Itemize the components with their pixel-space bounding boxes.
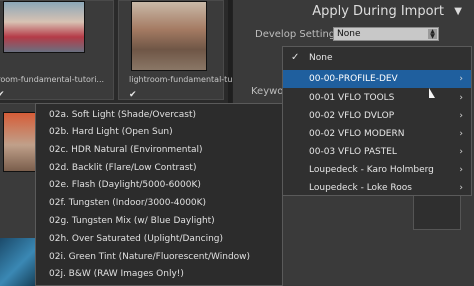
thumbnail-filename: ntroom-fundamental-tutori... (0, 75, 105, 84)
menu-item-vflo-dvlop[interactable]: 00-02 VFLO DVLOP › (283, 107, 471, 125)
include-checkbox-icon[interactable]: ✔ (0, 90, 5, 100)
menu-item-vflo-tools[interactable]: 00-01 VFLO TOOLS › (283, 89, 471, 107)
submenu-arrow-icon: › (459, 93, 463, 103)
menu-item-label: 00-02 VFLO MODERN (309, 129, 405, 139)
menu-item-label: 00-01 VFLO TOOLS (309, 93, 395, 103)
menu-item-label: Loupedeck - Karo Holmberg (309, 165, 434, 175)
develop-presets-menu: ✓ None 00-00-PROFILE-DEV › 00-01 VFLO TO… (282, 46, 472, 196)
submenu-arrow-icon: › (459, 165, 463, 175)
menu-item-loupedeck-karo[interactable]: Loupedeck - Karo Holmberg › (283, 161, 471, 179)
menu-item-vflo-pastel[interactable]: 00-03 VFLO PASTEL › (283, 143, 471, 161)
submenu-arrow-icon: › (459, 111, 463, 121)
submenu-arrow-icon: › (459, 74, 463, 84)
submenu-item[interactable]: 02g. Tungsten Mix (w/ Blue Daylight) (36, 213, 282, 230)
keywords-label: Keywo (251, 86, 284, 97)
submenu-item[interactable]: 02e. Flash (Daylight/5000-6000K) (36, 177, 282, 194)
photo-thumbnail[interactable] (3, 1, 85, 53)
submenu-arrow-icon: › (459, 129, 463, 139)
menu-item-label: Loupedeck - Loke Roos (309, 183, 412, 193)
submenu-item[interactable]: 02d. Backlit (Flare/Low Contrast) (36, 160, 282, 177)
submenu-item[interactable]: 02j. B&W (RAW Images Only!) (36, 266, 282, 283)
photo-thumbnail[interactable] (131, 1, 207, 71)
submenu-item[interactable]: 02f. Tungsten (Indoor/3000-4000K) (36, 195, 282, 212)
select-stepper-icon: ▲ ▼ (428, 29, 437, 40)
grid-cell[interactable]: ntroom-fundamental-tutori... ✔ (0, 0, 114, 100)
menu-item-profile-dev[interactable]: 00-00-PROFILE-DEV › (283, 70, 471, 88)
submenu-item[interactable]: 02a. Soft Light (Shade/Overcast) (36, 107, 282, 124)
develop-settings-select[interactable]: None ▲ ▼ (333, 27, 439, 41)
menu-item-loupedeck-loke[interactable]: Loupedeck - Loke Roos › (283, 179, 471, 197)
mouse-cursor-icon (429, 88, 435, 98)
grid-cell[interactable]: lightroom-fundamental-tutori... ✔ (118, 0, 254, 100)
triangle-down-icon[interactable]: ▼ (454, 6, 462, 17)
menu-item-label: 00-03 VFLO PASTEL (309, 147, 397, 157)
preset-submenu: 02a. Soft Light (Shade/Overcast) 02b. Ha… (35, 103, 283, 286)
submenu-item[interactable]: 02h. Over Saturated (Uplight/Dancing) (36, 231, 282, 248)
submenu-item[interactable]: 02i. Green Tint (Nature/Fluorescent/Wind… (36, 249, 282, 266)
submenu-arrow-icon: › (459, 147, 463, 157)
menu-item-label: 00-02 VFLO DVLOP (309, 111, 395, 121)
menu-item-label: None (309, 53, 333, 63)
develop-settings-label: Develop Settings (255, 29, 341, 40)
submenu-item[interactable]: 02c. HDR Natural (Environmental) (36, 142, 282, 159)
menu-item-none[interactable]: ✓ None (283, 49, 471, 67)
submenu-arrow-icon: › (459, 183, 463, 193)
develop-settings-value: None (337, 29, 361, 39)
checkmark-icon: ✓ (291, 52, 300, 63)
include-checkbox-icon[interactable]: ✔ (129, 90, 137, 100)
menu-item-label: 00-00-PROFILE-DEV (309, 74, 398, 84)
submenu-item[interactable]: 02b. Hard Light (Open Sun) (36, 124, 282, 141)
menu-item-vflo-modern[interactable]: 00-02 VFLO MODERN › (283, 125, 471, 143)
panel-title[interactable]: Apply During Import (312, 4, 444, 19)
